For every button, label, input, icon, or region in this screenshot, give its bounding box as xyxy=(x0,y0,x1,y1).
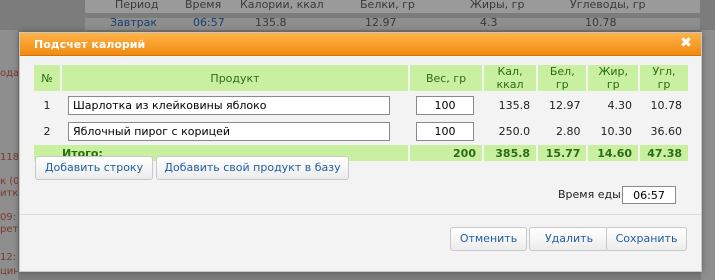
cancel-button[interactable]: Отменить xyxy=(450,227,527,251)
column-header-kcal: Кал, ккал xyxy=(484,65,537,91)
bg-row-kcal: 135.8 xyxy=(255,16,287,29)
bg-fragment: 09: xyxy=(0,212,17,223)
dialog-divider xyxy=(20,214,701,215)
total-protein: 15.77 xyxy=(538,145,587,161)
bg-fragment: к (0 xyxy=(0,176,18,187)
bg-header-protein: Белки, гр xyxy=(360,0,415,11)
column-header-fat: Жир, гр xyxy=(588,65,639,91)
add-row-button[interactable]: Добавить строку xyxy=(35,156,153,180)
dialog-titlebar: Подсчет калорий ✖ xyxy=(20,33,701,56)
fat-value: 10.30 xyxy=(600,124,633,138)
background-table-header: Период Время Калории, ккал Белки, гр Жир… xyxy=(85,0,700,13)
dialog-title: Подсчет калорий xyxy=(34,38,146,51)
bg-header-time: Время xyxy=(185,0,222,11)
row-number: 2 xyxy=(43,124,51,138)
column-header-weight: Вес, гр xyxy=(410,65,482,91)
background-left-strip: ода 118 к (0 итка 09: рет 12: цин с xyxy=(0,30,18,280)
protein-value: 2.80 xyxy=(555,124,581,138)
product-name-input[interactable] xyxy=(68,121,390,141)
save-button[interactable]: Сохранить xyxy=(606,227,687,251)
column-header-carbs: Угл, гр xyxy=(640,65,688,91)
table-row: 2 250.0 2.80 10.30 36.60 xyxy=(34,119,688,143)
carbs-value: 36.60 xyxy=(650,124,683,138)
background-right-strip xyxy=(701,30,715,280)
table-header-row: № Продукт Вес, гр Кал, ккал Бел, гр Жир,… xyxy=(34,65,688,91)
delete-button[interactable]: Удалить xyxy=(529,227,609,251)
total-fat: 14.60 xyxy=(588,145,639,161)
bg-row-protein: 12.97 xyxy=(365,16,397,29)
kcal-value: 250.0 xyxy=(498,124,531,138)
bg-fragment: рет xyxy=(0,224,18,235)
weight-cell xyxy=(410,93,482,117)
bg-fragment: 12: xyxy=(0,252,17,263)
row-number: 1 xyxy=(43,98,51,112)
add-custom-product-button[interactable]: Добавить свой продукт в базу xyxy=(156,156,349,180)
bg-row-fat: 4.3 xyxy=(480,16,498,29)
bg-header-calories: Калории, ккал xyxy=(240,0,324,11)
bg-header-period: Период xyxy=(115,0,159,11)
meal-time-label: Время еды: xyxy=(558,188,625,201)
background-table-row: Завтрак 06:57 135.8 12.97 4.3 10.78 xyxy=(85,16,700,30)
close-icon[interactable]: ✖ xyxy=(679,36,693,50)
bg-fragment: 118 xyxy=(0,152,18,163)
bg-row-carbs: 10.78 xyxy=(585,16,617,29)
carbs-value: 10.78 xyxy=(650,98,683,112)
column-header-protein: Бел, гр xyxy=(538,65,587,91)
fat-value: 4.30 xyxy=(607,98,633,112)
calorie-calculator-dialog: Подсчет калорий ✖ № Продукт Вес, гр Кал,… xyxy=(19,32,702,272)
bg-row-time: 06:57 xyxy=(193,16,225,29)
product-cell xyxy=(62,119,408,143)
meal-time-input[interactable] xyxy=(622,186,676,204)
product-name-input[interactable] xyxy=(68,95,390,115)
bg-fragment: цин с xyxy=(0,266,18,277)
kcal-value: 135.8 xyxy=(498,98,531,112)
column-header-number: № xyxy=(34,65,60,91)
bg-header-fat: Жиры, гр xyxy=(470,0,525,11)
weight-cell xyxy=(410,119,482,143)
protein-value: 12.97 xyxy=(548,98,581,112)
table-row: 1 135.8 12.97 4.30 10.78 xyxy=(34,93,688,117)
column-header-product: Продукт xyxy=(62,65,408,91)
weight-input[interactable] xyxy=(416,95,474,115)
total-kcal: 385.8 xyxy=(484,145,537,161)
product-cell xyxy=(62,93,408,117)
bg-fragment: итка xyxy=(0,188,18,199)
bg-fragment: ода xyxy=(0,68,18,79)
products-table: № Продукт Вес, гр Кал, ккал Бел, гр Жир,… xyxy=(32,63,690,163)
total-weight: 200 xyxy=(410,145,482,161)
bg-header-carbs: Углеводы, гр xyxy=(570,0,646,11)
total-carbs: 47.38 xyxy=(640,145,688,161)
bg-row-period: Завтрак xyxy=(110,16,158,29)
weight-input[interactable] xyxy=(416,121,474,141)
